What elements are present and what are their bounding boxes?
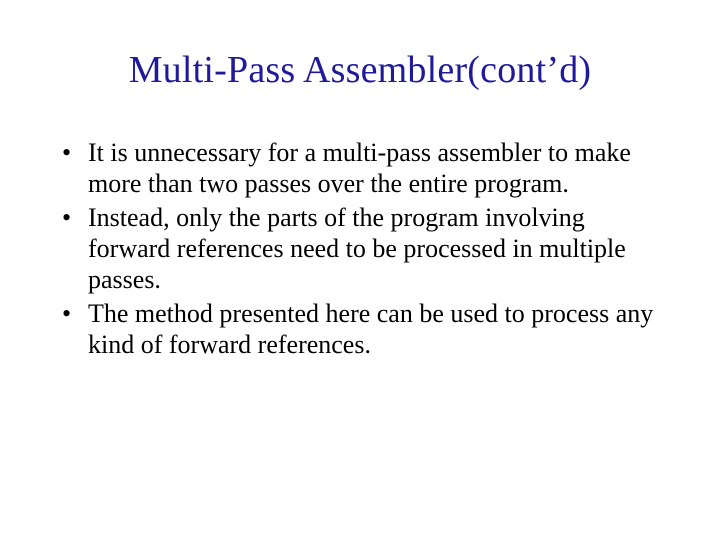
list-item: Instead, only the parts of the program i… <box>62 203 658 295</box>
list-item: It is unnecessary for a multi-pass assem… <box>62 138 658 199</box>
bullet-list: It is unnecessary for a multi-pass assem… <box>54 138 666 361</box>
slide-title: Multi-Pass Assembler(cont’d) <box>54 48 666 92</box>
slide: Multi-Pass Assembler(cont’d) It is unnec… <box>0 0 720 540</box>
list-item: The method presented here can be used to… <box>62 299 658 360</box>
